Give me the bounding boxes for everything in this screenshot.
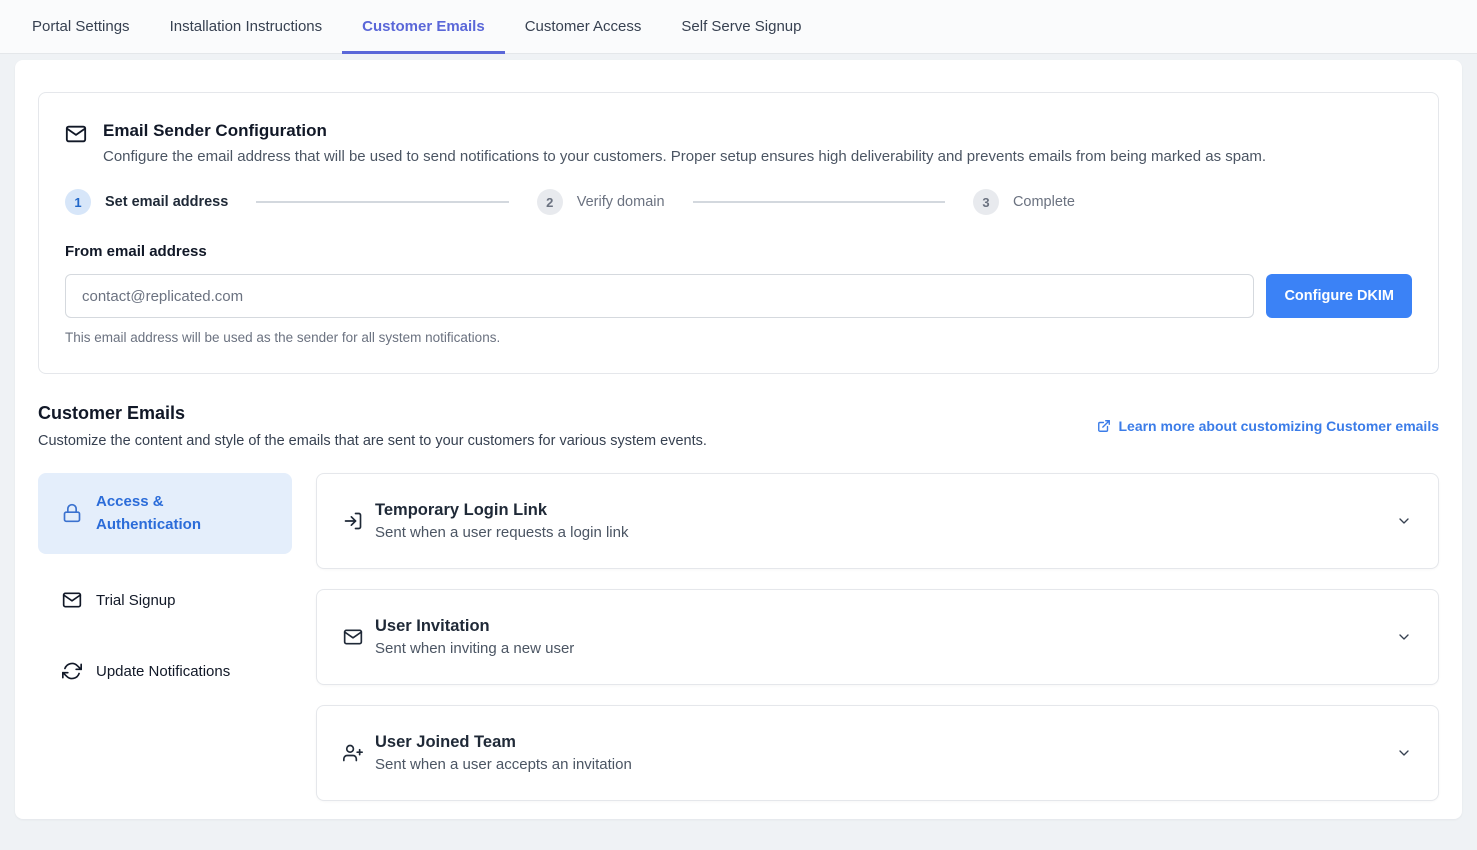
customer-emails-description: Customize the content and style of the e… bbox=[38, 433, 707, 449]
step-2-circle: 2 bbox=[537, 189, 563, 215]
main-panel: Email Sender Configuration Configure the… bbox=[15, 60, 1462, 819]
sidebar-item-update-notifications[interactable]: Update Notifications bbox=[38, 647, 292, 696]
email-sender-config-card: Email Sender Configuration Configure the… bbox=[38, 92, 1439, 374]
sender-config-description: Configure the email address that will be… bbox=[103, 148, 1266, 165]
chevron-down-icon[interactable] bbox=[1396, 629, 1412, 645]
tab-self-serve-signup[interactable]: Self Serve Signup bbox=[661, 0, 821, 53]
email-card-user-invitation[interactable]: User Invitation Sent when inviting a new… bbox=[316, 589, 1439, 685]
chevron-down-icon[interactable] bbox=[1396, 745, 1412, 761]
email-card-title: User Joined Team bbox=[375, 733, 1384, 752]
from-email-label: From email address bbox=[65, 243, 1412, 260]
sidebar-item-access-authentication[interactable]: Access & Authentication bbox=[38, 473, 292, 554]
refresh-icon bbox=[62, 661, 82, 681]
customer-emails-title: Customer Emails bbox=[38, 403, 707, 424]
email-card-subtitle: Sent when inviting a new user bbox=[375, 640, 1384, 657]
lock-icon bbox=[62, 503, 82, 523]
login-icon bbox=[343, 511, 363, 531]
from-email-input[interactable] bbox=[65, 274, 1254, 318]
sidebar-item-trial-signup[interactable]: Trial Signup bbox=[38, 576, 292, 625]
tab-customer-emails[interactable]: Customer Emails bbox=[342, 0, 505, 53]
step-1-label: Set email address bbox=[105, 194, 228, 210]
tab-installation-instructions[interactable]: Installation Instructions bbox=[150, 0, 343, 53]
mail-icon bbox=[62, 590, 82, 610]
user-plus-icon bbox=[343, 743, 363, 763]
configure-dkim-button[interactable]: Configure DKIM bbox=[1266, 274, 1412, 318]
learn-more-label: Learn more about customizing Customer em… bbox=[1118, 418, 1439, 434]
setup-stepper: 1 Set email address 2 Verify domain 3 Co… bbox=[65, 189, 1075, 215]
step-connector bbox=[693, 201, 945, 203]
page-background: Email Sender Configuration Configure the… bbox=[0, 54, 1477, 843]
email-card-user-joined-team[interactable]: User Joined Team Sent when a user accept… bbox=[316, 705, 1439, 801]
sidebar-item-label: Access & Authentication bbox=[96, 490, 272, 537]
step-2-label: Verify domain bbox=[577, 194, 665, 210]
email-card-title: User Invitation bbox=[375, 617, 1384, 636]
sender-config-title: Email Sender Configuration bbox=[103, 121, 1266, 141]
step-connector bbox=[256, 201, 508, 203]
step-3-label: Complete bbox=[1013, 194, 1075, 210]
from-email-helper-text: This email address will be used as the s… bbox=[65, 330, 1412, 345]
external-link-icon bbox=[1097, 419, 1111, 433]
tab-customer-access[interactable]: Customer Access bbox=[505, 0, 662, 53]
mail-icon bbox=[65, 123, 87, 145]
tab-portal-settings[interactable]: Portal Settings bbox=[12, 0, 150, 53]
email-card-subtitle: Sent when a user requests a login link bbox=[375, 524, 1384, 541]
step-1-circle: 1 bbox=[65, 189, 91, 215]
email-template-list: Temporary Login Link Sent when a user re… bbox=[316, 473, 1439, 801]
mail-icon bbox=[343, 627, 363, 647]
email-card-title: Temporary Login Link bbox=[375, 501, 1384, 520]
learn-more-link[interactable]: Learn more about customizing Customer em… bbox=[1097, 418, 1439, 434]
sidebar-item-label: Update Notifications bbox=[96, 660, 230, 683]
email-category-sidebar: Access & Authentication Trial Signup Upd… bbox=[38, 473, 292, 696]
step-3-circle: 3 bbox=[973, 189, 999, 215]
email-card-subtitle: Sent when a user accepts an invitation bbox=[375, 756, 1384, 773]
chevron-down-icon[interactable] bbox=[1396, 513, 1412, 529]
email-card-temporary-login-link[interactable]: Temporary Login Link Sent when a user re… bbox=[316, 473, 1439, 569]
sidebar-item-label: Trial Signup bbox=[96, 589, 175, 612]
tab-bar: Portal Settings Installation Instruction… bbox=[0, 0, 1477, 54]
